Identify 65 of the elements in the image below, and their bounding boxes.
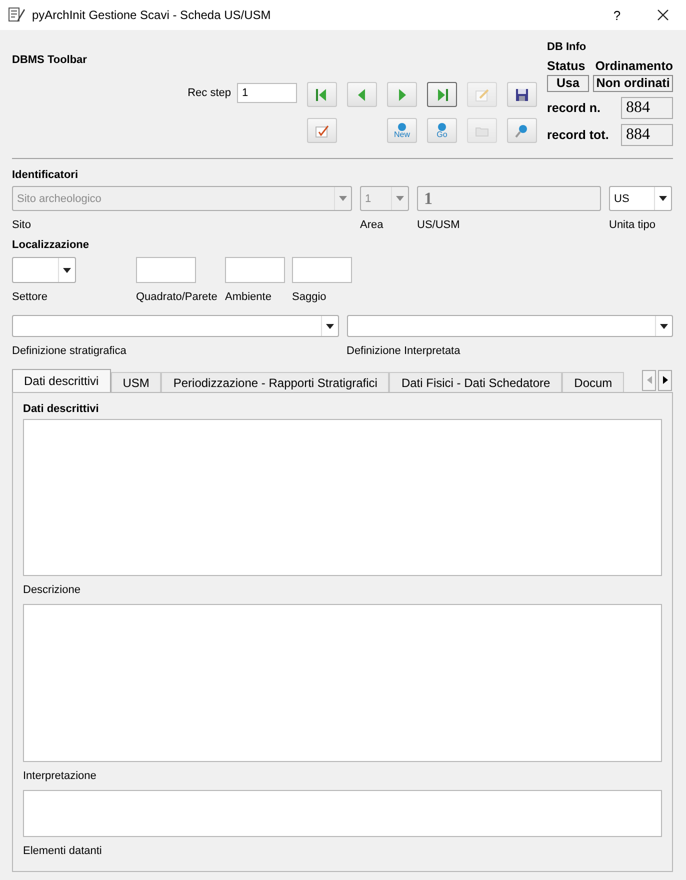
dropdown-arrow-icon	[326, 324, 334, 328]
dropdown-arrow-icon	[396, 196, 404, 201]
toolbar-button[interactable]	[427, 82, 457, 107]
definition-dropdown[interactable]	[346, 315, 673, 337]
field-label: Definizione Interpretata	[346, 345, 462, 357]
order-value: Non ordinati	[593, 75, 673, 92]
left-arrow-icon	[646, 376, 652, 384]
panel-title: Dati descrittivi	[23, 403, 100, 415]
toolbar-button[interactable]	[307, 118, 337, 143]
field-label: Ambiente	[225, 291, 272, 303]
text-field[interactable]	[292, 257, 352, 283]
field-label: Descrizione	[23, 584, 82, 596]
toolbar-title: DBMS Toolbar	[12, 54, 88, 66]
field-label: Elementi datanti	[23, 845, 103, 858]
field-label: US/USM	[417, 219, 461, 231]
record-number-label: record n.	[547, 101, 600, 115]
close-icon	[657, 9, 669, 21]
note-check-icon	[314, 122, 330, 138]
toolbar-button[interactable]: Go	[427, 118, 457, 143]
dropdown-arrow-icon	[63, 268, 71, 272]
right-arrow-icon	[662, 376, 668, 384]
help-button[interactable]: ?	[594, 0, 640, 30]
field-label: Quadrato/Parete	[136, 291, 218, 303]
sector-dropdown[interactable]	[12, 257, 76, 283]
note-pencil-icon	[474, 86, 490, 102]
dropdown-arrow-icon	[659, 196, 667, 201]
rec-step-field[interactable]: 1	[237, 83, 297, 103]
field-label: Settore	[12, 291, 48, 303]
section-title: Identificatori	[12, 169, 80, 181]
toolbar-button[interactable]	[307, 82, 337, 107]
dropdown-arrow-icon	[660, 324, 668, 328]
tab[interactable]: Dati descrittivi	[12, 369, 111, 392]
record-total-label: record tot.	[547, 128, 609, 142]
toolbar-button[interactable]: New	[387, 118, 417, 143]
status-label: Status	[547, 59, 586, 73]
field-label: Definizione stratigrafica	[12, 345, 128, 357]
tab[interactable]: Dati Fisici - Dati Schedatore	[389, 372, 562, 392]
scroll-right-button[interactable]	[658, 370, 672, 390]
rec-step-label: Rec step	[188, 87, 231, 99]
record-number-value: 884	[621, 97, 673, 119]
toolbar-button[interactable]	[507, 82, 537, 107]
record-total-value: 884	[621, 124, 673, 146]
dot-icon	[398, 122, 406, 130]
text-area[interactable]	[23, 790, 662, 838]
tab[interactable]: Docum	[562, 372, 624, 392]
dot-icon	[438, 122, 446, 130]
field-label: Area	[360, 219, 384, 231]
field-label: Interpretazione	[23, 770, 98, 782]
unit-type-dropdown[interactable]: US	[609, 186, 672, 211]
magnifier-icon	[514, 122, 530, 138]
definition-dropdown[interactable]	[12, 315, 338, 337]
field-label: Saggio	[292, 291, 326, 303]
db-info-title: DB Info	[547, 41, 588, 53]
window-title: pyArchInit Gestione Scavi - Scheda US/USM	[32, 8, 271, 22]
tab[interactable]: Periodizzazione - Rapporti Stratigrafici	[161, 372, 390, 392]
section-title: Localizzazione	[12, 239, 90, 251]
tab[interactable]: USM	[110, 372, 162, 392]
order-label: Ordinamento	[595, 59, 673, 73]
field-label: Unita tipo	[609, 219, 656, 231]
status-value: Usa	[547, 75, 589, 92]
text-field[interactable]	[136, 257, 196, 283]
field-label: Sito	[12, 219, 32, 231]
dropdown-arrow-icon	[339, 196, 347, 201]
document-pen-icon	[8, 7, 26, 23]
text-field[interactable]	[225, 257, 285, 283]
